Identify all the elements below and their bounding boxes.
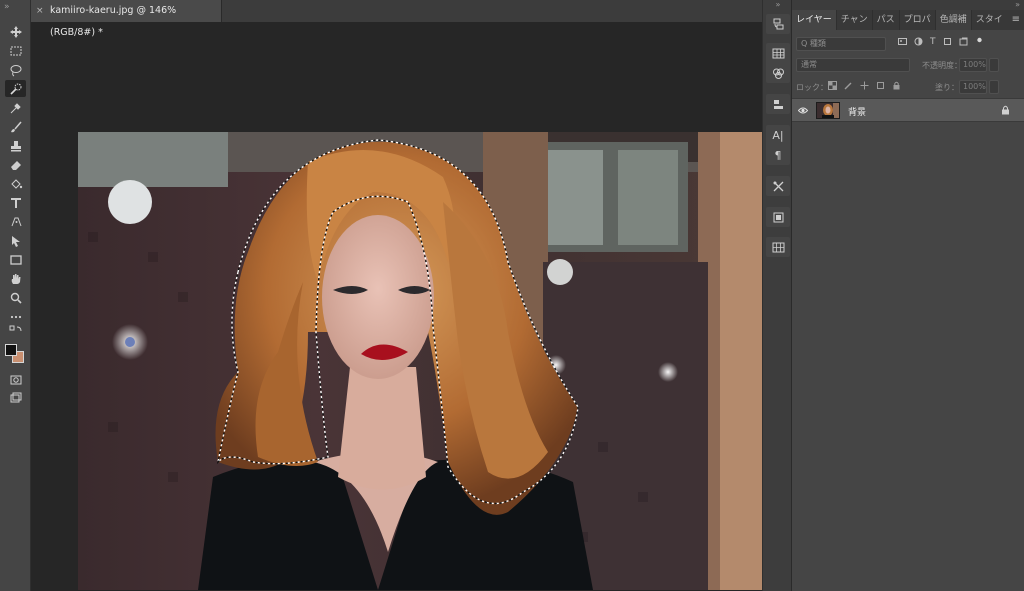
panel-top-bar: » [792,0,1024,10]
blend-row: 通常 不透明度： 100% [792,56,1024,74]
type-tool-icon[interactable] [5,194,26,211]
quick-mask-icon[interactable] [5,371,26,388]
foreground-color-swatch[interactable] [5,344,17,356]
strip-group-swatches [766,43,790,83]
libraries-icon[interactable] [766,94,790,114]
quick-selection-tool-icon[interactable] [5,80,26,97]
paragraph-icon[interactable]: ¶ [766,145,790,165]
fill-dropdown-icon[interactable] [989,80,999,94]
panel-menu-icon[interactable]: ≡ [1012,10,1020,30]
lock-position-icon[interactable] [860,81,869,93]
layer-filter-select[interactable]: Q 種類 [796,37,886,51]
zoom-tool-icon[interactable] [5,289,26,306]
tools-panel: » [0,0,31,591]
marquee-tool-icon[interactable] [5,42,26,59]
brush-tool-icon[interactable] [5,118,26,135]
lock-artboard-icon[interactable] [876,81,885,93]
canvas-area[interactable] [31,22,765,591]
filter-adjustment-icon[interactable] [914,37,923,49]
character-icon[interactable]: A| [766,125,790,145]
lock-label: ロック： [796,83,828,92]
history-icon[interactable] [766,14,790,34]
strip-group-character: A| ¶ [766,125,790,165]
filter-icons: T [898,37,984,49]
filter-shape-icon[interactable] [943,37,952,49]
lock-all-icon[interactable] [892,81,901,93]
layer-name: 背景 [848,108,867,118]
more-tools-icon[interactable] [5,308,26,325]
strip-group-libraries [766,94,790,114]
filter-smart-object-icon[interactable] [959,37,968,49]
layers-panel: » レイヤー チャン パス プロパ 色調補 スタイ ≡ Q 種類 T 通常 不透… [792,0,1024,591]
panel-icon-strip: » A| ¶ [762,0,792,591]
layer-filter-row: Q 種類 T [792,35,1024,53]
character-icon-glyph: A| [772,128,784,142]
lasso-tool-icon[interactable] [5,61,26,78]
swatches-icon[interactable] [766,43,790,63]
eyedropper-tool-icon[interactable] [5,99,26,116]
photo-canvas[interactable] [78,132,765,590]
opacity-dropdown-icon[interactable] [989,58,999,72]
fill-label: 塗り： [935,83,959,92]
tab-properties[interactable]: プロパ [900,10,936,30]
tab-paths[interactable]: パス [873,10,900,30]
layer-lock-icon [1002,105,1009,115]
opacity-label: 不透明度： [922,61,962,70]
actions-icon[interactable] [766,207,790,227]
collapse-panel-icon[interactable]: » [1015,0,1020,9]
lock-transparent-icon[interactable] [828,81,837,93]
tab-adjustments[interactable]: 色調補 [935,10,972,30]
visibility-eye-icon[interactable] [798,106,808,115]
lock-row: ロック： 塗り： 100% [792,78,1024,96]
filter-pixel-icon[interactable] [898,37,907,49]
close-tab-icon[interactable]: × [36,0,44,22]
glyphs-icon[interactable] [766,237,790,257]
stamp-tool-icon[interactable] [5,137,26,154]
color-icon[interactable] [766,63,790,83]
panel-tabs: レイヤー チャン パス プロパ 色調補 スタイ [792,10,1024,30]
document-tab[interactable]: × kamiiro-kaeru.jpg @ 146% (RGB/8#) * [30,0,222,38]
layer-thumbnail [816,102,840,119]
collapse-strip-icon[interactable]: » [763,0,793,10]
photoshop-window: × kamiiro-kaeru.jpg @ 146% (RGB/8#) * » [0,0,1024,591]
paint-bucket-tool-icon[interactable] [5,175,26,192]
move-tool-icon[interactable] [5,23,26,40]
rectangle-tool-icon[interactable] [5,251,26,268]
pen-tool-icon[interactable] [5,213,26,230]
blend-mode-select[interactable]: 通常 [796,58,910,72]
path-selection-tool-icon[interactable] [5,232,26,249]
tab-styles[interactable]: スタイ [972,10,1007,30]
fill-input[interactable]: 100% [959,80,987,94]
strip-group-glyphs [766,237,790,257]
swap-colors-icon[interactable] [5,325,26,338]
layer-row-background[interactable]: 背景 [792,98,1024,122]
tool-presets-icon[interactable] [766,176,790,196]
lock-icons [828,81,901,93]
lock-pixels-icon[interactable] [844,81,853,93]
tab-layers[interactable]: レイヤー [792,10,837,30]
collapse-toolbar-icon[interactable]: » [4,2,10,12]
filter-type-icon[interactable]: T [930,37,936,49]
opacity-input[interactable]: 100% [959,58,987,72]
screen-mode-icon[interactable] [5,389,26,406]
strip-group-actions [766,207,790,227]
tab-channels[interactable]: チャン [837,10,873,30]
strip-group-history [766,14,790,34]
filter-toggle-icon[interactable] [975,37,984,49]
hand-tool-icon[interactable] [5,270,26,287]
paragraph-icon-glyph: ¶ [774,148,782,162]
strip-group-tools [766,176,790,196]
eraser-tool-icon[interactable] [5,156,26,173]
